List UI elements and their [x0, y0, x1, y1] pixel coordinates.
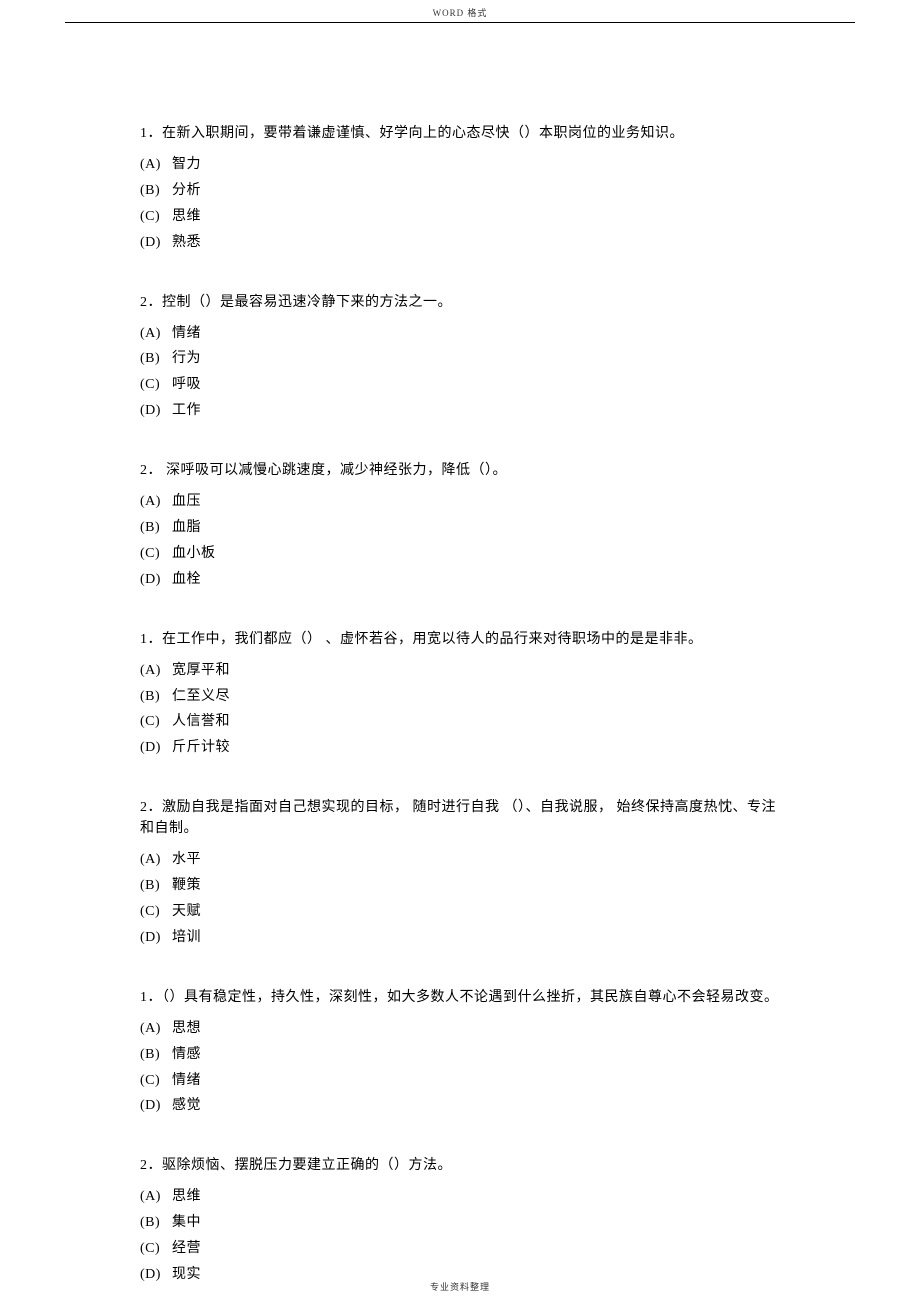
option: (D)感觉	[140, 1093, 780, 1119]
option: (D)斤斤计较	[140, 735, 780, 761]
option: (B)集中	[140, 1210, 780, 1236]
option-text: 集中	[172, 1215, 201, 1230]
option-label: (B)	[140, 873, 172, 899]
option-label: (D)	[140, 925, 172, 951]
option-text: 思维	[172, 209, 201, 224]
option-text: 天赋	[172, 904, 201, 919]
option-label: (D)	[140, 567, 172, 593]
option-text: 思想	[172, 1021, 201, 1036]
option-label: (D)	[140, 230, 172, 256]
option: (B)情感	[140, 1042, 780, 1068]
option: (D)培训	[140, 925, 780, 951]
option: (A)情绪	[140, 321, 780, 347]
question-block: 2． 深呼吸可以减慢心跳速度，减少神经张力，降低（）。 (A)血压 (B)血脂 …	[140, 460, 780, 593]
option-label: (B)	[140, 178, 172, 204]
option-label: (B)	[140, 346, 172, 372]
option: (C)人信誉和	[140, 709, 780, 735]
question-text: 2．驱除烦恼、摆脱压力要建立正确的（）方法。	[140, 1155, 780, 1176]
option: (A)血压	[140, 489, 780, 515]
question-block: 2．控制（）是最容易迅速冷静下来的方法之一。 (A)情绪 (B)行为 (C)呼吸…	[140, 292, 780, 425]
option: (A)宽厚平和	[140, 658, 780, 684]
option-label: (A)	[140, 1184, 172, 1210]
option: (A)思想	[140, 1016, 780, 1042]
option-label: (C)	[140, 204, 172, 230]
option-text: 水平	[172, 852, 201, 867]
question-text: 2． 深呼吸可以减慢心跳速度，减少神经张力，降低（）。	[140, 460, 780, 481]
option-text: 经营	[172, 1241, 201, 1256]
option-label: (A)	[140, 321, 172, 347]
option-text: 工作	[172, 403, 201, 418]
option-text: 血栓	[172, 572, 201, 587]
option: (A)水平	[140, 847, 780, 873]
option-text: 仁至义尽	[172, 689, 230, 704]
option: (C)情绪	[140, 1068, 780, 1094]
question-block: 2．激励自我是指面对自己想实现的目标， 随时进行自我 （）、自我说服， 始终保持…	[140, 797, 780, 951]
option-label: (D)	[140, 1093, 172, 1119]
option: (B)血脂	[140, 515, 780, 541]
content-area: 1．在新入职期间，要带着谦虚谨慎、好学向上的心态尽快（）本职岗位的业务知识。 (…	[0, 23, 920, 1288]
option-text: 分析	[172, 183, 201, 198]
option: (C)天赋	[140, 899, 780, 925]
option: (D)血栓	[140, 567, 780, 593]
option-label: (A)	[140, 658, 172, 684]
option-text: 熟悉	[172, 235, 201, 250]
option: (A)思维	[140, 1184, 780, 1210]
option-label: (D)	[140, 398, 172, 424]
option-label: (B)	[140, 684, 172, 710]
option-text: 情绪	[172, 326, 201, 341]
option-label: (D)	[140, 735, 172, 761]
option-label: (C)	[140, 1068, 172, 1094]
option-label: (A)	[140, 152, 172, 178]
option-text: 情绪	[172, 1073, 201, 1088]
option: (C)呼吸	[140, 372, 780, 398]
option-label: (C)	[140, 899, 172, 925]
question-text: 1．（）具有稳定性，持久性，深刻性，如大多数人不论遇到什么挫折，其民族自尊心不会…	[140, 987, 780, 1008]
option-text: 血脂	[172, 520, 201, 535]
question-text: 1．在新入职期间，要带着谦虚谨慎、好学向上的心态尽快（）本职岗位的业务知识。	[140, 123, 780, 144]
question-block: 1．在新入职期间，要带着谦虚谨慎、好学向上的心态尽快（）本职岗位的业务知识。 (…	[140, 123, 780, 256]
option-text: 鞭策	[172, 878, 201, 893]
option-text: 思维	[172, 1189, 201, 1204]
option-text: 人信誉和	[172, 714, 230, 729]
footer-text: 专业资料整理	[0, 1280, 920, 1293]
question-block: 2．驱除烦恼、摆脱压力要建立正确的（）方法。 (A)思维 (B)集中 (C)经营…	[140, 1155, 780, 1288]
option-label: (C)	[140, 709, 172, 735]
question-block: 1．（）具有稳定性，持久性，深刻性，如大多数人不论遇到什么挫折，其民族自尊心不会…	[140, 987, 780, 1120]
option: (A)智力	[140, 152, 780, 178]
option-text: 智力	[172, 157, 201, 172]
option-text: 斤斤计较	[172, 740, 230, 755]
option: (B)行为	[140, 346, 780, 372]
option-text: 呼吸	[172, 377, 201, 392]
question-block: 1．在工作中，我们都应（） 、虚怀若谷，用宽以待人的品行来对待职场中的是是非非。…	[140, 629, 780, 762]
option: (B)分析	[140, 178, 780, 204]
header-text: WORD 格式	[0, 0, 920, 22]
option-label: (A)	[140, 847, 172, 873]
option-label: (C)	[140, 1236, 172, 1262]
option-label: (B)	[140, 1210, 172, 1236]
option-label: (A)	[140, 1016, 172, 1042]
option-text: 血压	[172, 494, 201, 509]
option-text: 行为	[172, 351, 201, 366]
option-label: (B)	[140, 515, 172, 541]
option-label: (B)	[140, 1042, 172, 1068]
question-text: 2．激励自我是指面对自己想实现的目标， 随时进行自我 （）、自我说服， 始终保持…	[140, 797, 780, 839]
option: (B)仁至义尽	[140, 684, 780, 710]
option: (C)经营	[140, 1236, 780, 1262]
option-text: 培训	[172, 930, 201, 945]
option: (D)熟悉	[140, 230, 780, 256]
question-text: 2．控制（）是最容易迅速冷静下来的方法之一。	[140, 292, 780, 313]
question-text: 1．在工作中，我们都应（） 、虚怀若谷，用宽以待人的品行来对待职场中的是是非非。	[140, 629, 780, 650]
option-label: (A)	[140, 489, 172, 515]
option-label: (C)	[140, 372, 172, 398]
option: (B)鞭策	[140, 873, 780, 899]
option-text: 情感	[172, 1047, 201, 1062]
option-text: 宽厚平和	[172, 663, 230, 678]
option-text: 感觉	[172, 1098, 201, 1113]
option-label: (C)	[140, 541, 172, 567]
option: (D)工作	[140, 398, 780, 424]
option: (C)血小板	[140, 541, 780, 567]
option-text: 血小板	[172, 546, 216, 561]
option: (C)思维	[140, 204, 780, 230]
